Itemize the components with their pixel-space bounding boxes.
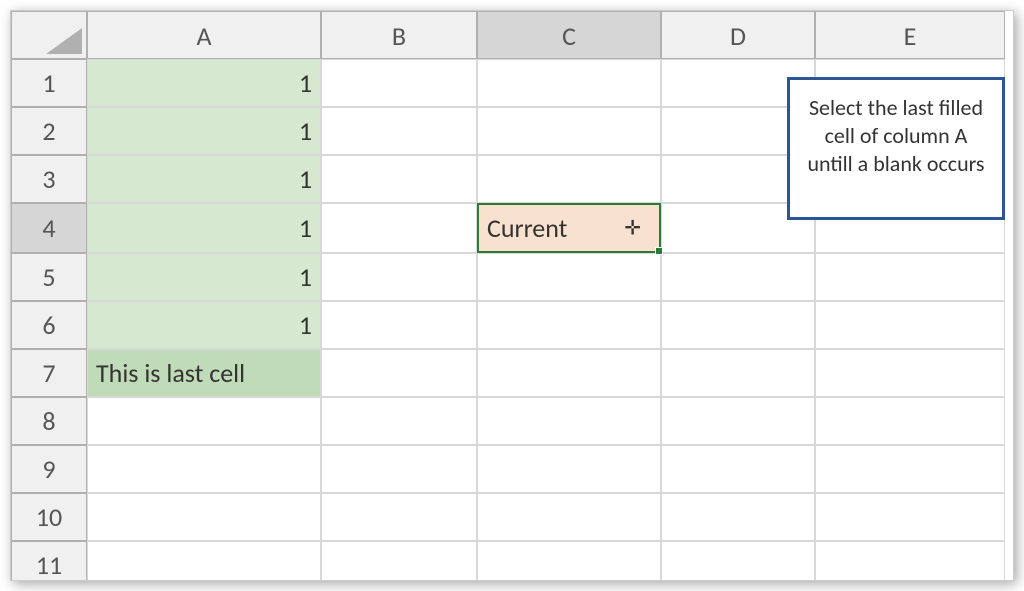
cell-d10[interactable] [661, 493, 815, 541]
cell-c3[interactable] [477, 155, 661, 203]
cell-d6[interactable] [661, 301, 815, 349]
cell-e6[interactable] [815, 301, 1005, 349]
row-header-5[interactable]: 5 [11, 253, 87, 301]
row-header-7[interactable]: 7 [11, 349, 87, 397]
cell-c7[interactable] [477, 349, 661, 397]
cell-d8[interactable] [661, 397, 815, 445]
cell-cursor-icon: ✛ [624, 216, 641, 241]
cell-a4[interactable]: 1 [87, 203, 321, 253]
cell-b9[interactable] [321, 445, 477, 493]
cell-c1[interactable] [477, 59, 661, 107]
cell-c11[interactable] [477, 541, 661, 581]
cell-a6[interactable]: 1 [87, 301, 321, 349]
row-header-10[interactable]: 10 [11, 493, 87, 541]
cell-a10[interactable] [87, 493, 321, 541]
cell-b2[interactable] [321, 107, 477, 155]
cell-c2[interactable] [477, 107, 661, 155]
col-header-a[interactable]: A [87, 11, 321, 59]
cell-a3[interactable]: 1 [87, 155, 321, 203]
cell-b4[interactable] [321, 203, 477, 253]
cell-e9[interactable] [815, 445, 1005, 493]
cell-a8[interactable] [87, 397, 321, 445]
cell-c9[interactable] [477, 445, 661, 493]
cell-e8[interactable] [815, 397, 1005, 445]
cell-b6[interactable] [321, 301, 477, 349]
instruction-textbox[interactable]: Select the last filled cell of column A … [787, 77, 1005, 220]
cell-e11[interactable] [815, 541, 1005, 581]
cell-b11[interactable] [321, 541, 477, 581]
cell-b3[interactable] [321, 155, 477, 203]
row-header-6[interactable]: 6 [11, 301, 87, 349]
col-header-b[interactable]: B [321, 11, 477, 59]
row-header-9[interactable]: 9 [11, 445, 87, 493]
cell-c6[interactable] [477, 301, 661, 349]
cell-a2[interactable]: 1 [87, 107, 321, 155]
cell-e5[interactable] [815, 253, 1005, 301]
col-header-d[interactable]: D [661, 11, 815, 59]
cell-a5[interactable]: 1 [87, 253, 321, 301]
cell-b10[interactable] [321, 493, 477, 541]
cell-d11[interactable] [661, 541, 815, 581]
row-header-2[interactable]: 2 [11, 107, 87, 155]
spreadsheet[interactable]: A B C D E 1 1 2 1 3 1 4 1 Current ✛ [10, 10, 1014, 581]
cell-a9[interactable] [87, 445, 321, 493]
col-header-e[interactable]: E [815, 11, 1005, 59]
row-header-11[interactable]: 11 [11, 541, 87, 581]
row-header-4[interactable]: 4 [11, 203, 87, 253]
cell-a7[interactable]: This is last cell [87, 349, 321, 397]
cell-e7[interactable] [815, 349, 1005, 397]
row-header-1[interactable]: 1 [11, 59, 87, 107]
cell-a11[interactable] [87, 541, 321, 581]
cell-b7[interactable] [321, 349, 477, 397]
cell-e10[interactable] [815, 493, 1005, 541]
row-header-3[interactable]: 3 [11, 155, 87, 203]
cell-a1[interactable]: 1 [87, 59, 321, 107]
select-all-corner[interactable] [11, 11, 87, 59]
cell-b1[interactable] [321, 59, 477, 107]
cell-c5[interactable] [477, 253, 661, 301]
cell-b5[interactable] [321, 253, 477, 301]
cell-b8[interactable] [321, 397, 477, 445]
cell-d9[interactable] [661, 445, 815, 493]
cell-c8[interactable] [477, 397, 661, 445]
fill-handle[interactable] [655, 247, 663, 255]
cell-c4[interactable]: Current ✛ [477, 203, 661, 253]
row-header-8[interactable]: 8 [11, 397, 87, 445]
cell-c10[interactable] [477, 493, 661, 541]
cell-d5[interactable] [661, 253, 815, 301]
cell-c4-value: Current [487, 212, 567, 244]
cell-d7[interactable] [661, 349, 815, 397]
col-header-c[interactable]: C [477, 11, 661, 59]
